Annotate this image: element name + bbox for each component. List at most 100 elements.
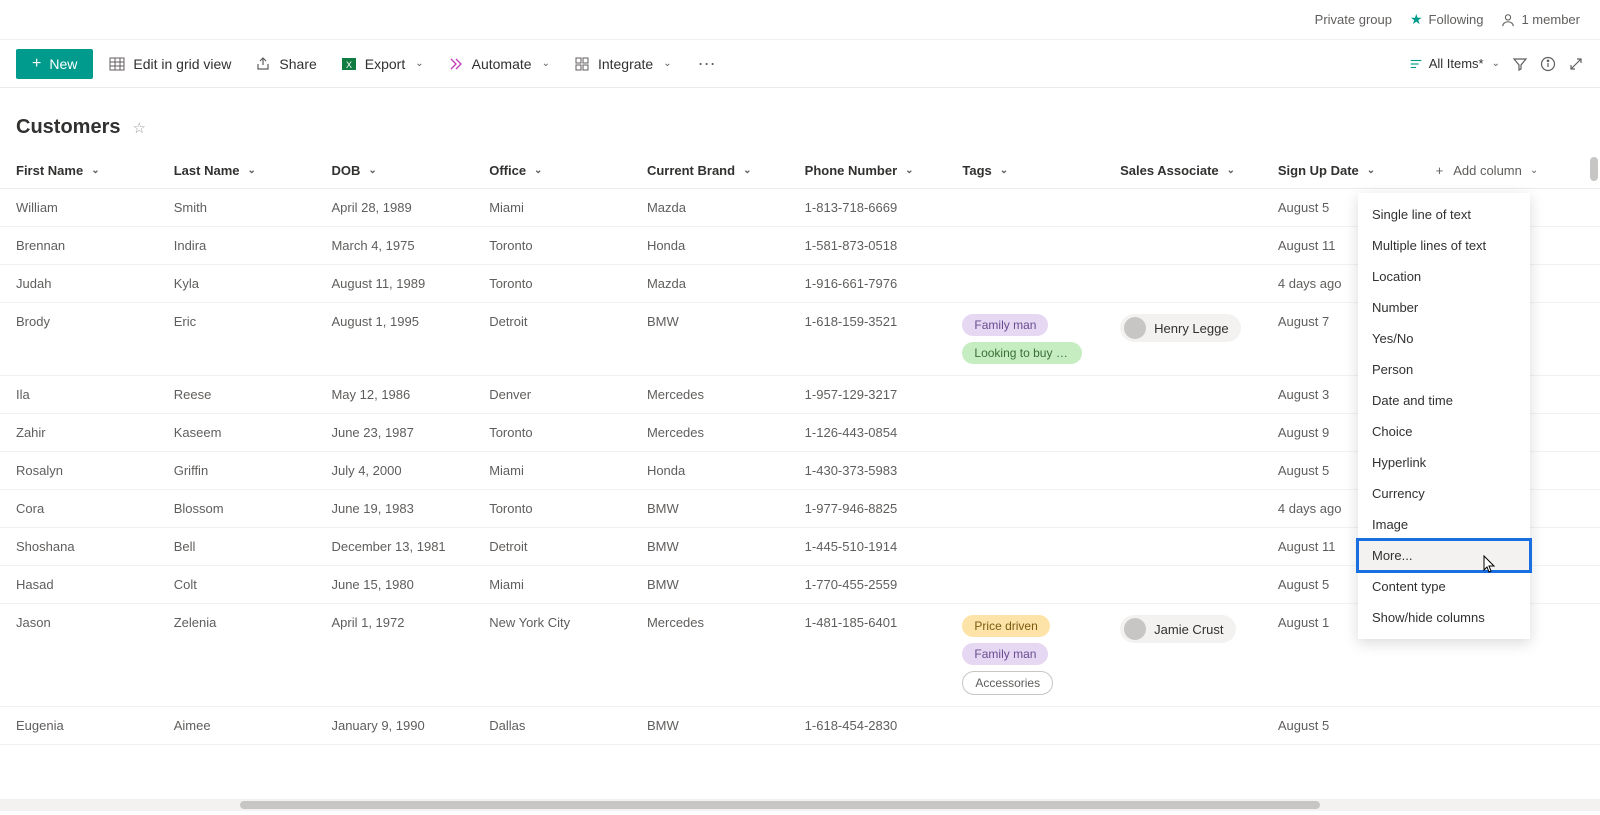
cell: Mercedes [631, 376, 789, 414]
avatar [1124, 618, 1146, 640]
person-name: Henry Legge [1154, 321, 1228, 336]
favorite-toggle[interactable]: ☆ [132, 119, 145, 137]
associate-cell [1104, 227, 1262, 265]
cell: June 23, 1987 [315, 414, 473, 452]
integrate-button[interactable]: Integrate ⌄ [566, 49, 680, 79]
table-row[interactable]: EugeniaAimeeJanuary 9, 1990DallasBMW1-61… [0, 707, 1600, 745]
cell: Eric [158, 303, 316, 376]
cell: Rosalyn [0, 452, 158, 490]
add-column-menu-item[interactable]: Yes/No [1358, 323, 1530, 354]
share-button[interactable]: Share [247, 49, 324, 79]
vertical-scroll-thumb[interactable] [1590, 157, 1598, 181]
column-header[interactable]: Sales Associate⌄ [1104, 153, 1262, 189]
add-column-menu-item[interactable]: Multiple lines of text [1358, 230, 1530, 261]
column-header[interactable]: Office⌄ [473, 153, 631, 189]
add-column-menu-item[interactable]: Date and time [1358, 385, 1530, 416]
cell: Dallas [473, 707, 631, 745]
add-column-button[interactable]: +Add column⌄ [1420, 153, 1600, 189]
column-header[interactable]: Sign Up Date ⌄ [1262, 153, 1420, 189]
cell: BMW [631, 528, 789, 566]
automate-label: Automate [472, 56, 532, 72]
column-header-label: Phone Number [805, 163, 897, 178]
members-link[interactable]: 1 member [1501, 12, 1580, 27]
add-column-menu-item[interactable]: More... [1358, 540, 1530, 571]
filter-icon[interactable] [1512, 56, 1528, 72]
associate-cell [1104, 376, 1262, 414]
cell: Miami [473, 566, 631, 604]
add-column-menu-item[interactable]: Location [1358, 261, 1530, 292]
edit-grid-label: Edit in grid view [133, 56, 231, 72]
automate-button[interactable]: Automate ⌄ [440, 49, 558, 79]
add-column-menu-item[interactable]: Number [1358, 292, 1530, 323]
export-button[interactable]: X Export ⌄ [333, 49, 432, 79]
tags-cell: Price drivenFamily manAccessories [946, 604, 1104, 707]
expand-icon[interactable] [1568, 56, 1584, 72]
cell: 1-957-129-3217 [789, 376, 947, 414]
plus-icon: + [1436, 163, 1444, 178]
cell: Toronto [473, 490, 631, 528]
horizontal-scrollbar[interactable] [0, 799, 1600, 811]
add-column-menu-item[interactable]: Choice [1358, 416, 1530, 447]
tags-cell [946, 189, 1104, 227]
share-icon [255, 56, 271, 72]
group-privacy-label: Private group [1315, 12, 1392, 27]
add-column-menu-item[interactable]: Person [1358, 354, 1530, 385]
column-header-label: Sign Up Date [1278, 163, 1359, 178]
column-header[interactable]: First Name⌄ [0, 153, 158, 189]
cell: Cora [0, 490, 158, 528]
cell: 1-813-718-6669 [789, 189, 947, 227]
cell: Kyla [158, 265, 316, 303]
integrate-label: Integrate [598, 56, 653, 72]
chevron-down-icon: ⌄ [368, 165, 376, 176]
cell: 1-481-185-6401 [789, 604, 947, 707]
chevron-down-icon: ⌄ [1492, 58, 1500, 69]
new-button[interactable]: + New [16, 49, 93, 79]
site-header-strip: Private group ★ Following 1 member [0, 0, 1600, 40]
tag-pill: Family man [962, 643, 1048, 665]
horizontal-scroll-thumb[interactable] [240, 801, 1320, 809]
tags-cell [946, 227, 1104, 265]
column-header[interactable]: DOB⌄ [315, 153, 473, 189]
add-column-menu-item[interactable]: Content type [1358, 571, 1530, 602]
column-header[interactable]: Current Brand⌄ [631, 153, 789, 189]
chevron-down-icon: ⌄ [415, 58, 423, 69]
vertical-scrollbar[interactable] [1588, 153, 1598, 808]
flow-icon [448, 56, 464, 72]
add-column-label: Add column [1453, 163, 1522, 178]
view-switcher[interactable]: All Items* ⌄ [1409, 56, 1500, 71]
cell: December 13, 1981 [315, 528, 473, 566]
cell: July 4, 2000 [315, 452, 473, 490]
add-column-menu-item[interactable]: Currency [1358, 478, 1530, 509]
cell: BMW [631, 566, 789, 604]
cell: 1-618-454-2830 [789, 707, 947, 745]
column-header-label: Sales Associate [1120, 163, 1219, 178]
column-header[interactable]: Phone Number ⌄ [789, 153, 947, 189]
cell: Mazda [631, 265, 789, 303]
column-header[interactable]: Last Name⌄ [158, 153, 316, 189]
cell: BMW [631, 707, 789, 745]
page-title: Customers [16, 116, 120, 139]
column-header[interactable]: Tags⌄ [946, 153, 1104, 189]
cell: Miami [473, 189, 631, 227]
cell: Aimee [158, 707, 316, 745]
associate-cell [1104, 265, 1262, 303]
list-title-row: Customers ☆ [0, 88, 1600, 153]
add-column-menu-item[interactable]: Image [1358, 509, 1530, 540]
add-column-menu-item[interactable]: Hyperlink [1358, 447, 1530, 478]
follow-toggle[interactable]: ★ Following [1410, 11, 1483, 28]
chevron-down-icon: ⌄ [1367, 165, 1375, 176]
cell: 1-916-661-7976 [789, 265, 947, 303]
cell: Bell [158, 528, 316, 566]
chevron-down-icon: ⌄ [905, 165, 913, 176]
add-column-menu-item[interactable]: Show/hide columns [1358, 602, 1530, 633]
add-column-menu-item[interactable]: Single line of text [1358, 199, 1530, 230]
list-area: First Name⌄Last Name⌄DOB⌄Office⌄Current … [0, 153, 1600, 808]
cell: Ila [0, 376, 158, 414]
cell: Toronto [473, 414, 631, 452]
edit-grid-button[interactable]: Edit in grid view [101, 49, 239, 79]
list-icon [1409, 57, 1423, 71]
overflow-button[interactable]: ··· [688, 53, 726, 74]
add-column-menu[interactable]: Single line of textMultiple lines of tex… [1358, 193, 1530, 639]
info-icon[interactable] [1540, 56, 1556, 72]
signup-cell: August 5 [1262, 707, 1420, 745]
